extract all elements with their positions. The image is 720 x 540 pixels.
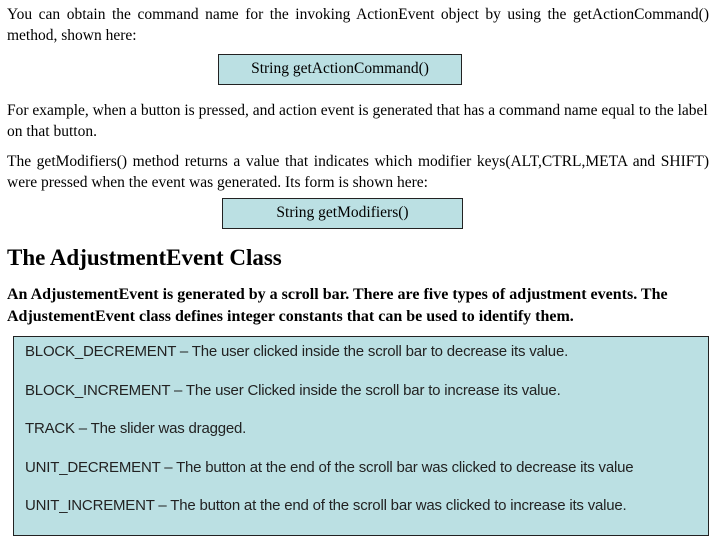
constant-item-block-decrement: BLOCK_DECREMENT – The user clicked insid… [25,343,569,360]
command-example-paragraph: For example, when a button is pressed, a… [7,102,708,140]
get-modifiers-code-box: String getModifiers() [222,198,463,229]
command-intro-paragraph: You can obtain the command name for the … [7,6,709,44]
constant-item-unit-decrement: UNIT_DECREMENT – The button at the end o… [25,458,634,476]
constant-item-unit-increment: UNIT_INCREMENT – The button at the end o… [25,497,627,514]
get-action-command-code-box: String getActionCommand() [218,54,462,85]
modifiers-intro-paragraph: The getModifiers() method returns a valu… [7,153,709,191]
constant-item-block-increment: BLOCK_INCREMENT – The user Clicked insid… [25,381,561,399]
section-intro-paragraph: An AdjustementEvent is generated by a sc… [7,286,668,325]
constant-item-track: TRACK – The slider was dragged. [25,420,247,437]
adjustment-constants-box: BLOCK_DECREMENT – The user clicked insid… [13,336,709,536]
section-heading: The AdjustmentEvent Class [7,245,282,270]
